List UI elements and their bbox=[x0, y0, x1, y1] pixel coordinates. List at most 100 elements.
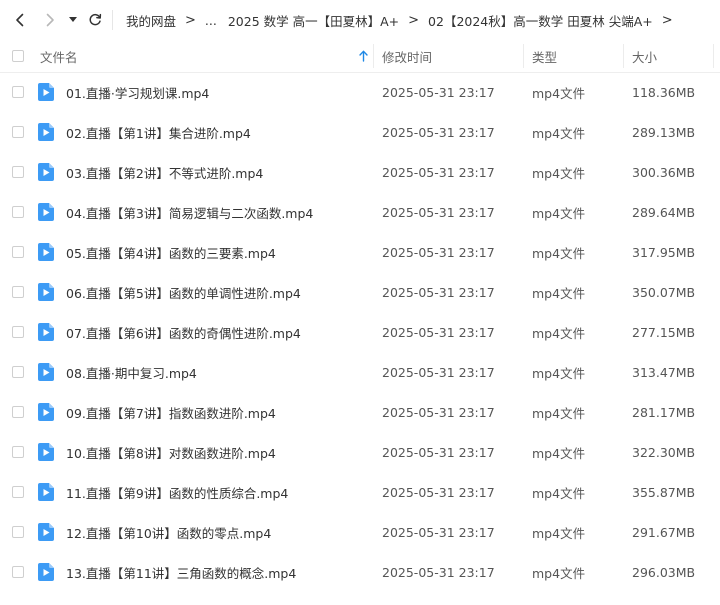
file-row[interactable]: 04.直播【第3讲】简易逻辑与二次函数.mp4 2025-05-31 23:17 m… bbox=[0, 192, 720, 232]
breadcrumb-separator: > bbox=[408, 12, 420, 28]
file-type: mp4文件 bbox=[532, 405, 586, 421]
file-type: mp4文件 bbox=[532, 245, 586, 261]
file-row[interactable]: 07.直播【第6讲】函数的奇偶性进阶.mp4 2025-05-31 23:17 mp… bbox=[0, 312, 720, 352]
file-name[interactable]: 07.直播【第6讲】函数的奇偶性进阶.mp4 bbox=[66, 312, 301, 352]
file-size: 355.87MB bbox=[632, 484, 696, 500]
file-modified-time: 2025-05-31 23:17 bbox=[382, 244, 495, 260]
video-file-icon bbox=[38, 163, 54, 181]
file-row[interactable]: 01.直播·学习规划课.mp4 2025-05-31 23:17 mp4文件 118.… bbox=[0, 72, 720, 112]
file-size: 296.03MB bbox=[632, 564, 696, 580]
file-name[interactable]: 04.直播【第3讲】简易逻辑与二次函数.mp4 bbox=[66, 192, 313, 232]
navigation-bar: 我的网盘 > ... 2025 数学 高一【田夏林】A+ > 02【2024秋】… bbox=[0, 0, 720, 40]
breadcrumb-ellipsis[interactable]: ... bbox=[205, 13, 217, 28]
row-checkbox[interactable] bbox=[12, 126, 24, 138]
file-name[interactable]: 01.直播·学习规划课.mp4 bbox=[66, 72, 209, 112]
file-name[interactable]: 03.直播【第2讲】不等式进阶.mp4 bbox=[66, 152, 263, 192]
column-modified-header[interactable]: 修改时间 bbox=[382, 40, 522, 72]
video-file-icon bbox=[38, 523, 54, 541]
file-type: mp4文件 bbox=[532, 445, 586, 461]
column-divider bbox=[713, 44, 714, 68]
file-modified-time: 2025-05-31 23:17 bbox=[382, 524, 495, 540]
file-row[interactable]: 05.直播【第4讲】函数的三要素.mp4 2025-05-31 23:17 mp4文… bbox=[0, 232, 720, 272]
row-checkbox[interactable] bbox=[12, 286, 24, 298]
video-file-icon bbox=[38, 563, 54, 581]
file-name[interactable]: 08.直播·期中复习.mp4 bbox=[66, 352, 197, 392]
file-name[interactable]: 09.直播【第7讲】指数函数进阶.mp4 bbox=[66, 392, 276, 432]
history-dropdown-button[interactable] bbox=[66, 0, 80, 40]
row-checkbox[interactable] bbox=[12, 366, 24, 378]
row-checkbox[interactable] bbox=[12, 246, 24, 258]
file-modified-time: 2025-05-31 23:17 bbox=[382, 404, 495, 420]
file-row[interactable]: 03.直播【第2讲】不等式进阶.mp4 2025-05-31 23:17 mp4文件… bbox=[0, 152, 720, 192]
column-size-header[interactable]: 大小 bbox=[632, 40, 712, 72]
chevron-right-icon bbox=[46, 13, 54, 27]
file-row[interactable]: 12.直播【第10讲】函数的零点.mp4 2025-05-31 23:17 mp4文… bbox=[0, 512, 720, 552]
file-row[interactable]: 10.直播【第8讲】对数函数进阶.mp4 2025-05-31 23:17 mp4文… bbox=[0, 432, 720, 472]
sort-ascending-icon[interactable] bbox=[359, 50, 368, 62]
file-name[interactable]: 05.直播【第4讲】函数的三要素.mp4 bbox=[66, 232, 276, 272]
row-checkbox[interactable] bbox=[12, 566, 24, 578]
video-file-icon bbox=[38, 203, 54, 221]
breadcrumb-root[interactable]: 我的网盘 bbox=[126, 11, 176, 30]
chevron-left-icon bbox=[16, 13, 24, 27]
file-type: mp4文件 bbox=[532, 365, 586, 381]
refresh-icon bbox=[89, 13, 102, 26]
caret-down-icon bbox=[69, 17, 77, 22]
file-name[interactable]: 10.直播【第8讲】对数函数进阶.mp4 bbox=[66, 432, 276, 472]
file-name[interactable]: 06.直播【第5讲】函数的单调性进阶.mp4 bbox=[66, 272, 301, 312]
video-file-icon bbox=[38, 443, 54, 461]
file-row[interactable]: 09.直播【第7讲】指数函数进阶.mp4 2025-05-31 23:17 mp4文… bbox=[0, 392, 720, 432]
file-row[interactable]: 13.直播【第11讲】三角函数的概念.mp4 2025-05-31 23:17 mp… bbox=[0, 552, 720, 592]
breadcrumb-folder-current[interactable]: 02【2024秋】高一数学 田夏林 尖端A+ bbox=[428, 11, 653, 30]
file-modified-time: 2025-05-31 23:17 bbox=[382, 284, 495, 300]
file-type: mp4文件 bbox=[532, 525, 586, 541]
breadcrumb-separator: > bbox=[661, 12, 673, 28]
row-checkbox[interactable] bbox=[12, 206, 24, 218]
file-size: 350.07MB bbox=[632, 284, 696, 300]
column-modified-label: 修改时间 bbox=[382, 49, 433, 65]
file-row[interactable]: 08.直播·期中复习.mp4 2025-05-31 23:17 mp4文件 313.4… bbox=[0, 352, 720, 392]
row-checkbox[interactable] bbox=[12, 166, 24, 178]
file-name[interactable]: 02.直播【第1讲】集合进阶.mp4 bbox=[66, 112, 251, 152]
file-modified-time: 2025-05-31 23:17 bbox=[382, 364, 495, 380]
row-checkbox[interactable] bbox=[12, 486, 24, 498]
row-checkbox[interactable] bbox=[12, 406, 24, 418]
file-size: 281.17MB bbox=[632, 404, 696, 420]
video-file-icon bbox=[38, 283, 54, 301]
file-type: mp4文件 bbox=[532, 325, 586, 341]
video-file-icon bbox=[38, 123, 54, 141]
column-name-label: 文件名 bbox=[40, 49, 78, 65]
file-row[interactable]: 02.直播【第1讲】集合进阶.mp4 2025-05-31 23:17 mp4文件 2… bbox=[0, 112, 720, 152]
nav-divider bbox=[112, 10, 113, 30]
file-size: 118.36MB bbox=[632, 84, 696, 100]
column-type-label: 类型 bbox=[532, 49, 558, 65]
file-name[interactable]: 13.直播【第11讲】三角函数的概念.mp4 bbox=[66, 552, 296, 592]
back-button[interactable] bbox=[10, 0, 30, 40]
row-checkbox[interactable] bbox=[12, 446, 24, 458]
breadcrumb-separator: > bbox=[185, 12, 196, 28]
row-checkbox[interactable] bbox=[12, 326, 24, 338]
video-file-icon bbox=[38, 323, 54, 341]
file-row[interactable]: 11.直播【第9讲】函数的性质综合.mp4 2025-05-31 23:17 mp4… bbox=[0, 472, 720, 512]
file-type: mp4文件 bbox=[532, 285, 586, 301]
column-divider bbox=[523, 44, 524, 68]
file-list-header: 文件名 修改时间 类型 大小 bbox=[0, 40, 720, 73]
row-checkbox[interactable] bbox=[12, 86, 24, 98]
file-size: 289.64MB bbox=[632, 204, 696, 220]
file-name[interactable]: 11.直播【第9讲】函数的性质综合.mp4 bbox=[66, 472, 288, 512]
file-size: 300.36MB bbox=[632, 164, 696, 180]
forward-button[interactable] bbox=[40, 0, 60, 40]
column-name-header[interactable]: 文件名 bbox=[40, 40, 370, 72]
file-name[interactable]: 12.直播【第10讲】函数的零点.mp4 bbox=[66, 512, 271, 552]
file-modified-time: 2025-05-31 23:17 bbox=[382, 164, 495, 180]
file-row[interactable]: 06.直播【第5讲】函数的单调性进阶.mp4 2025-05-31 23:17 mp… bbox=[0, 272, 720, 312]
select-all-checkbox[interactable] bbox=[12, 50, 24, 62]
column-divider bbox=[623, 44, 624, 68]
file-modified-time: 2025-05-31 23:17 bbox=[382, 84, 495, 100]
breadcrumb-folder-course[interactable]: 2025 数学 高一【田夏林】A+ bbox=[228, 11, 399, 30]
column-type-header[interactable]: 类型 bbox=[532, 40, 622, 72]
refresh-button[interactable] bbox=[86, 0, 104, 40]
column-size-label: 大小 bbox=[632, 49, 658, 65]
row-checkbox[interactable] bbox=[12, 526, 24, 538]
file-type: mp4文件 bbox=[532, 85, 586, 101]
